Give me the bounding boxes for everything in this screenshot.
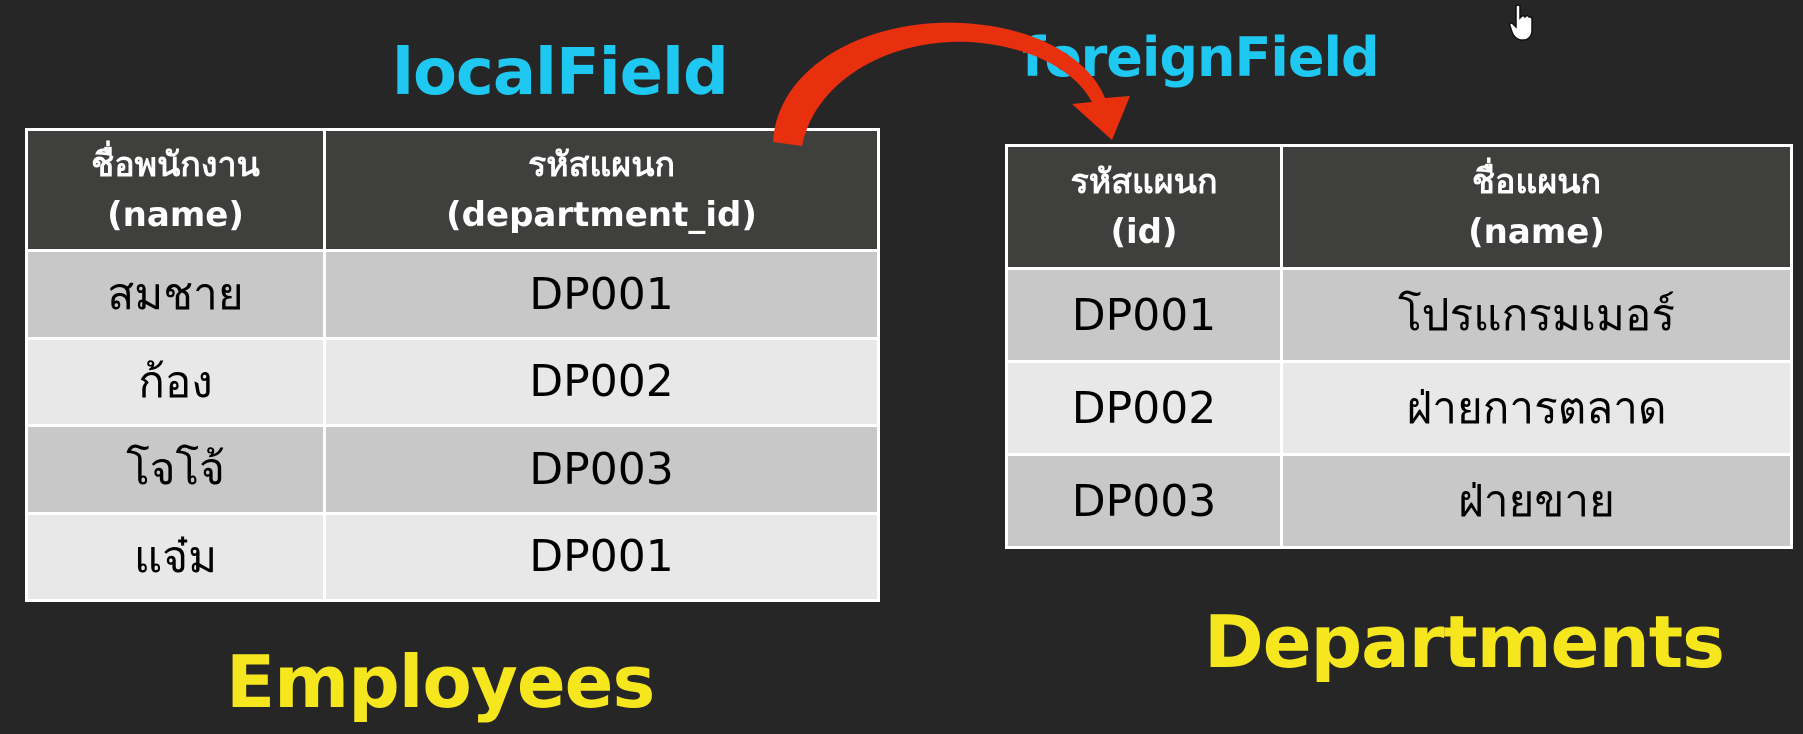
employees-title: Employees xyxy=(226,640,655,724)
department-id-cell: DP001 xyxy=(1008,270,1280,360)
employee-name-cell: โจโจ้ xyxy=(28,427,323,512)
table-row: DP001 โปรแกรมเมอร์ xyxy=(1008,270,1790,360)
employee-department-id-cell: DP003 xyxy=(326,427,877,512)
department-id-cell: DP003 xyxy=(1008,456,1280,546)
table-row: โจโจ้ DP003 xyxy=(28,427,877,512)
employee-name-cell: แจ๋ม xyxy=(28,514,323,599)
departments-col-name-thai: ชื่อแผนก xyxy=(1471,162,1602,202)
departments-col-id: รหัสแผนก (id) xyxy=(1008,147,1280,267)
departments-col-name-en: (name) xyxy=(1468,212,1605,252)
employee-department-id-cell: DP002 xyxy=(326,339,877,424)
employees-col-name-en: (name) xyxy=(107,195,244,235)
department-name-cell: ฝ่ายขาย xyxy=(1283,456,1790,546)
employees-col-department-id: รหัสแผนก (department_id) xyxy=(326,131,877,249)
employee-department-id-cell: DP001 xyxy=(326,514,877,599)
employee-department-id-cell: DP001 xyxy=(326,252,877,337)
employee-name-cell: สมชาย xyxy=(28,252,323,337)
department-name-cell: ฝ่ายการตลาด xyxy=(1283,363,1790,453)
employees-col-department-id-thai: รหัสแผนก xyxy=(527,145,676,185)
employees-col-name: ชื่อพนักงาน (name) xyxy=(28,131,323,249)
table-row: DP002 ฝ่ายการตลาด xyxy=(1008,363,1790,453)
departments-title: Departments xyxy=(1204,600,1725,684)
departments-header-row: รหัสแผนก (id) ชื่อแผนก (name) xyxy=(1008,147,1790,267)
local-field-label: localField xyxy=(392,36,729,110)
cursor-icon xyxy=(1509,4,1533,41)
departments-table: รหัสแผนก (id) ชื่อแผนก (name) DP001 โปรแ… xyxy=(1005,144,1793,549)
table-row: แจ๋ม DP001 xyxy=(28,514,877,599)
employees-header-row: ชื่อพนักงาน (name) รหัสแผนก (department_… xyxy=(28,131,877,249)
employees-table: ชื่อพนักงาน (name) รหัสแผนก (department_… xyxy=(25,128,880,602)
employee-name-cell: ก้อง xyxy=(28,339,323,424)
employees-col-department-id-en: (department_id) xyxy=(446,195,757,235)
table-row: DP003 ฝ่ายขาย xyxy=(1008,456,1790,546)
department-name-cell: โปรแกรมเมอร์ xyxy=(1283,270,1790,360)
departments-col-id-thai: รหัสแผนก xyxy=(1070,162,1218,202)
departments-col-name: ชื่อแผนก (name) xyxy=(1283,147,1790,267)
foreign-field-label: foreignField xyxy=(1022,26,1380,89)
employees-col-name-thai: ชื่อพนักงาน xyxy=(91,145,260,185)
table-row: สมชาย DP001 xyxy=(28,252,877,337)
departments-col-id-en: (id) xyxy=(1110,212,1178,252)
department-id-cell: DP002 xyxy=(1008,363,1280,453)
table-row: ก้อง DP002 xyxy=(28,339,877,424)
